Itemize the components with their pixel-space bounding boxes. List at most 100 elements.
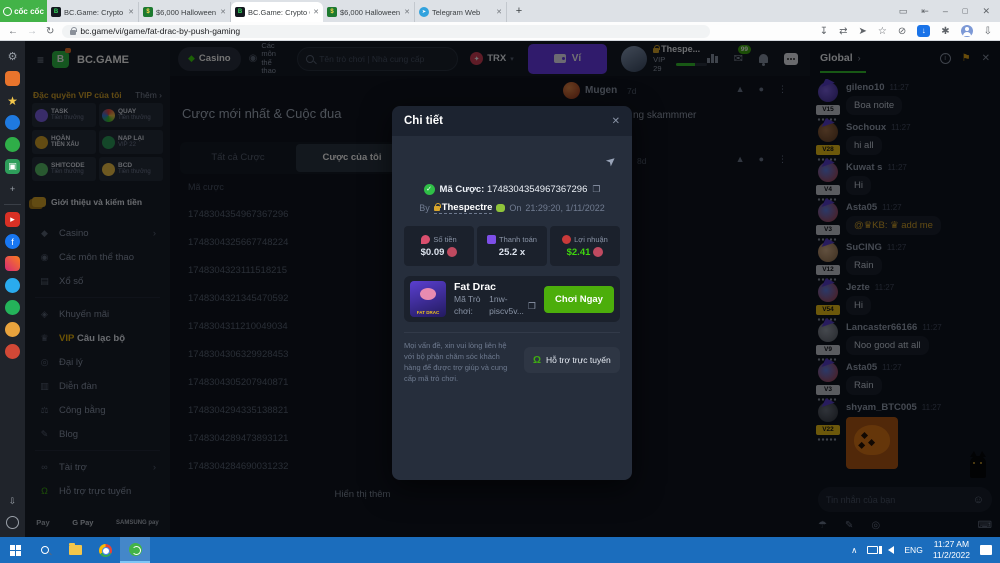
browser-tab-5[interactable]: ➤Telegram Web✕ [415,2,507,22]
browser-tab-3-active[interactable]: BBC.Game: Crypto Casino Gan✕ [231,2,323,22]
maximize-button[interactable]: ▢ [962,7,969,15]
bookmark-star-icon[interactable]: ☆ [878,26,887,37]
url-text[interactable]: bc.game/vi/game/fat-drac-by-push-gaming [80,26,240,36]
play-now-button[interactable]: Chơi Ngay [544,286,614,313]
instagram-icon[interactable] [5,256,20,271]
verified-check-icon: ✓ [424,184,435,195]
live-support-button[interactable]: ΩHỗ trợ trực tuyến [524,347,620,373]
back-icon[interactable]: ← [8,26,18,37]
network-icon[interactable] [867,546,878,554]
modal-header: Chi tiết ✕ [392,106,632,136]
new-tab-button[interactable]: + [511,4,527,20]
gear-icon[interactable]: ⚙ [5,49,20,64]
copy-icon[interactable]: ❐ [528,300,536,313]
coccoc-brand-label: cốc cốc [14,7,44,16]
share-bet-icon[interactable]: ➤ [603,152,620,169]
wallet-icon [487,235,496,244]
add-shortcut-icon[interactable]: + [5,181,20,196]
bet-id-value: 1748304354967367296 [487,184,587,195]
tray-expand-icon[interactable]: ∧ [851,545,857,556]
lock-icon [434,206,440,211]
star-shortcut-icon[interactable]: ★ [5,93,20,108]
browser-tab-4[interactable]: $$6,000 Halloween Slot Battle✕ [323,2,415,22]
lock-icon [70,30,76,35]
tab-close-icon[interactable]: ✕ [496,8,502,16]
reload-icon[interactable]: ↻ [46,26,54,37]
facebook-icon[interactable]: f [5,234,20,249]
browser-tab-1[interactable]: BBC.Game: Crypto Casino Gan✕ [47,2,139,22]
action-center-icon[interactable] [980,545,992,555]
accessibility-icon[interactable] [6,516,19,529]
dollar-favicon: $ [143,7,153,17]
start-button[interactable] [0,537,30,563]
minimize-button[interactable]: – [943,6,948,16]
volume-icon[interactable] [888,546,894,554]
downloads-tray-icon[interactable]: ⇩ [984,26,992,37]
window-controls: ▭ ⇤ – ▢ ✕ [899,0,1000,22]
games-icon[interactable]: ▣ [5,159,20,174]
panel-icon[interactable]: ⇤ [921,6,929,17]
green-app-icon[interactable] [5,137,20,152]
copy-icon[interactable]: ❐ [592,184,600,195]
money-icon [421,235,430,244]
browser-toolbar: ← → ↻ bc.game/vi/game/fat-drac-by-push-g… [0,22,1000,41]
browser-tab-2[interactable]: $$6,000 Halloween Slot Battle✕ [139,2,231,22]
close-window-button[interactable]: ✕ [982,6,990,17]
taskbar-clock[interactable]: 11:27 AM11/2/2022 [933,539,970,561]
windows-taskbar: ∧ ENG 11:27 AM11/2/2022 [0,537,1000,563]
coccoc-browser-logo[interactable]: cốc cốc [0,0,47,22]
browser-tab-strip: cốc cốc BBC.Game: Crypto Casino Gan✕ $$6… [0,0,1000,22]
whatsapp-icon[interactable] [5,300,20,315]
cast-icon[interactable]: ▭ [899,6,908,17]
tab-title: $6,000 Halloween Slot Battle [340,8,401,17]
app-shortcut-icon[interactable] [5,71,20,86]
divider [404,332,620,333]
coccoc-taskbar-icon[interactable] [120,537,150,563]
adblock-shield-icon[interactable]: ⊘ [898,26,906,37]
youtube-icon[interactable]: ▸ [5,212,20,227]
modal-body: ➤ ✓ Mã Cược: 1748304354967367296 ❐ By Th… [392,136,632,480]
tab-close-icon[interactable]: ✕ [313,8,319,16]
translate-icon[interactable]: ⇄ [839,26,847,37]
messenger-icon[interactable] [5,115,20,130]
tab-close-icon[interactable]: ✕ [220,8,226,16]
bet-author-link[interactable]: Thespectre [434,202,493,214]
tab-title: $6,000 Halloween Slot Battle [156,8,217,17]
tab-close-icon[interactable]: ✕ [128,8,134,16]
frog-badge-icon [496,204,505,212]
bet-id-row: ✓ Mã Cược: 1748304354967367296 ❐ [404,184,620,195]
forward-icon[interactable]: → [27,26,37,37]
fat-drac-thumbnail[interactable] [410,281,446,317]
address-bar[interactable]: bc.game/vi/game/fat-drac-by-push-gaming [62,25,710,38]
modal-title: Chi tiết [404,115,443,127]
collapse-rail-icon[interactable]: ⇩ [9,496,17,507]
stat-profit: Lợi nhuận $2.41 [550,226,620,266]
game-code: 1nw-piscv5v... [489,294,524,318]
coin-icon [593,247,603,257]
bet-details-modal: Chi tiết ✕ ➤ ✓ Mã Cược: 1748304354967367… [392,106,632,480]
tab-close-icon[interactable]: ✕ [404,8,410,16]
share-icon[interactable]: ➤ [858,26,866,37]
moneybag-icon [562,235,571,244]
coin-icon [447,247,457,257]
extension-icon[interactable]: ✱ [941,26,949,37]
browser-viewport: ⚙ ★ ▣ + ▸ f ⇩ ≡ B BC.GAME Đặc quyền VIP … [0,41,1000,537]
telegram-favicon: ➤ [419,7,429,17]
telegram-shortcut-icon[interactable] [5,278,20,293]
save-page-icon[interactable]: ↧ [820,26,828,37]
bcgame-site: ≡ B BC.GAME Đặc quyền VIP của tôi Thêm ›… [25,41,1000,537]
bet-stats: Số tiền $0.09 Thanh toán 25.2 x Lợi nhuậ… [404,226,620,266]
coccoc-sidebar: ⚙ ★ ▣ + ▸ f ⇩ [0,41,25,537]
headset-icon: Ω [533,355,541,366]
close-modal-icon[interactable]: ✕ [612,116,620,127]
tab-title: Telegram Web [432,8,493,17]
taskbar-search-icon[interactable] [30,537,60,563]
file-explorer-icon[interactable] [60,537,90,563]
red-app-icon[interactable] [5,344,20,359]
orange-app-icon[interactable] [5,322,20,337]
language-indicator[interactable]: ENG [904,545,922,555]
profile-icon[interactable] [961,25,973,37]
divider [4,203,21,205]
download-active-icon[interactable]: ↓ [917,25,930,37]
chrome-taskbar-icon[interactable] [90,537,120,563]
